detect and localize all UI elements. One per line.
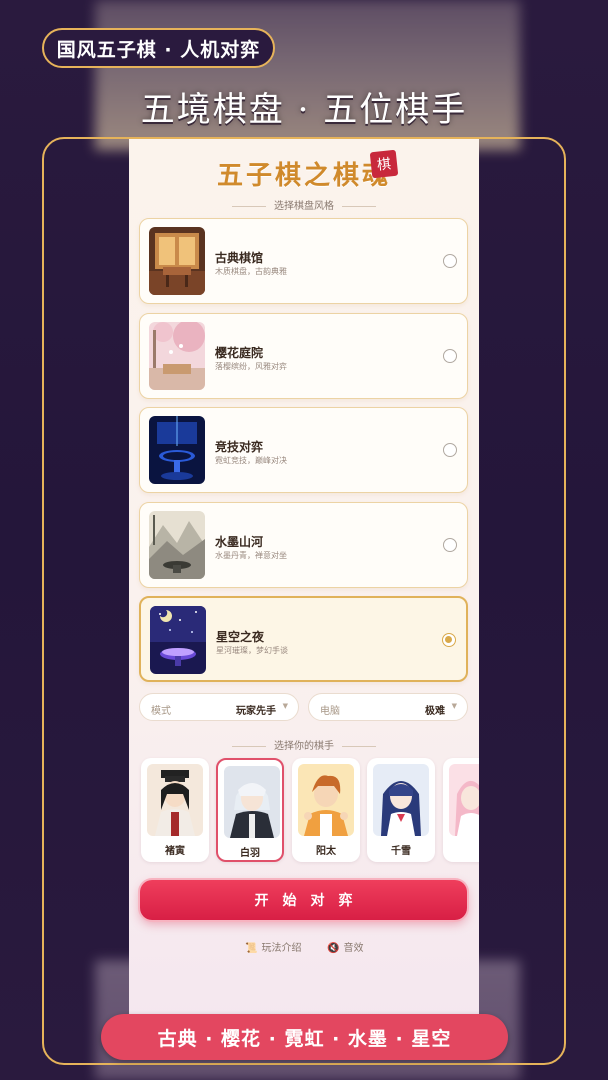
sakura-garden-thumbnail (149, 322, 205, 390)
player-portrait (147, 764, 203, 836)
player-portrait (449, 764, 479, 836)
radio-button[interactable] (443, 254, 457, 268)
board-section-title: 选择棋盘风格 (129, 197, 479, 212)
board-option-neon[interactable]: 竞技对弈 霓虹竞技，巅峰对决 (139, 407, 468, 493)
start-game-button[interactable]: 开始对弈 (140, 880, 467, 920)
sound-toggle-label: 音效 (343, 943, 364, 954)
player-portrait (298, 764, 354, 836)
rules-link-label: 玩法介绍 (261, 943, 302, 954)
board-title: 水墨山河 (215, 535, 264, 549)
player-name: 褚寅 (165, 846, 185, 857)
classic-hall-thumbnail (149, 227, 205, 295)
player-portrait (224, 766, 280, 838)
board-title: 古典棋馆 (215, 251, 264, 265)
board-option-ink[interactable]: 水墨山河 水墨丹青，禅意对坐 (139, 502, 468, 588)
player-section-title: 选择你的棋手 (129, 737, 479, 752)
player-card[interactable]: 阳太 (292, 758, 360, 862)
player-portrait (373, 764, 429, 836)
board-title: 星空之夜 (216, 630, 265, 644)
mode-select-label: 模式 (151, 706, 171, 717)
board-option-classic[interactable]: 古典棋馆 木质棋盘，古韵典雅 (139, 218, 468, 304)
player-card-selected[interactable]: 白羽 (216, 758, 284, 862)
mute-icon: 🔇 (327, 943, 340, 954)
player-name: 白羽 (240, 848, 260, 859)
player-card[interactable]: 千雪 (367, 758, 435, 862)
mode-select-value: 玩家先手 (236, 706, 276, 717)
chevron-down-icon: ▼ (282, 702, 288, 710)
board-option-sakura[interactable]: 樱花庭院 落樱缤纷，风雅对弈 (139, 313, 468, 399)
sound-toggle[interactable]: 🔇 音效 (327, 939, 363, 954)
player-card[interactable] (443, 758, 479, 862)
rules-link[interactable]: 📜 玩法介绍 (245, 939, 301, 954)
logo-seal: 棋 (369, 149, 399, 179)
player-name: 千雪 (391, 846, 411, 857)
app-logo: 五子棋之棋魂 棋 (129, 149, 479, 192)
player-name: 阳太 (316, 846, 336, 857)
promo-badge: 国风五子棋 · 人机对弈 (42, 28, 275, 68)
board-title: 竞技对弈 (215, 440, 264, 454)
mode-select[interactable]: 模式 玩家先手 ▼ (139, 693, 299, 721)
radio-button[interactable] (443, 349, 457, 363)
board-subtitle: 星河璀璨，梦幻手谈 (216, 646, 288, 655)
logo-text: 五子棋之棋魂 (216, 161, 391, 191)
starry-night-thumbnail (150, 606, 206, 674)
board-subtitle: 水墨丹青，禅意对坐 (215, 551, 287, 560)
player-card[interactable]: 褚寅 (141, 758, 209, 862)
board-subtitle: 木质棋盘，古韵典雅 (215, 267, 287, 276)
difficulty-select-value: 极难 (425, 706, 445, 717)
neon-arena-thumbnail (149, 416, 205, 484)
board-subtitle: 霓虹竞技，巅峰对决 (215, 456, 287, 465)
board-subtitle: 落樱缤纷，风雅对弈 (215, 362, 287, 371)
scroll-icon: 📜 (245, 943, 258, 954)
board-option-starry[interactable]: 星空之夜 星河璀璨，梦幻手谈 (139, 596, 468, 682)
radio-button-selected[interactable] (442, 633, 456, 647)
chevron-down-icon: ▼ (451, 702, 457, 710)
radio-button[interactable] (443, 538, 457, 552)
difficulty-select-label: 电脑 (320, 706, 340, 717)
ink-landscape-thumbnail (149, 511, 205, 579)
difficulty-select[interactable]: 电脑 极难 ▼ (308, 693, 468, 721)
promo-headline: 五境棋盘 · 五位棋手 (140, 90, 468, 130)
board-title: 樱花庭院 (215, 346, 264, 360)
feature-tags: 古典 · 樱花 · 霓虹 · 水墨 · 星空 (101, 1014, 508, 1060)
radio-button[interactable] (443, 443, 457, 457)
app-screen: 五子棋之棋魂 棋 选择棋盘风格 古典棋馆 木质棋盘，古韵典雅 樱花庭院 落樱缤纷… (129, 139, 479, 1059)
